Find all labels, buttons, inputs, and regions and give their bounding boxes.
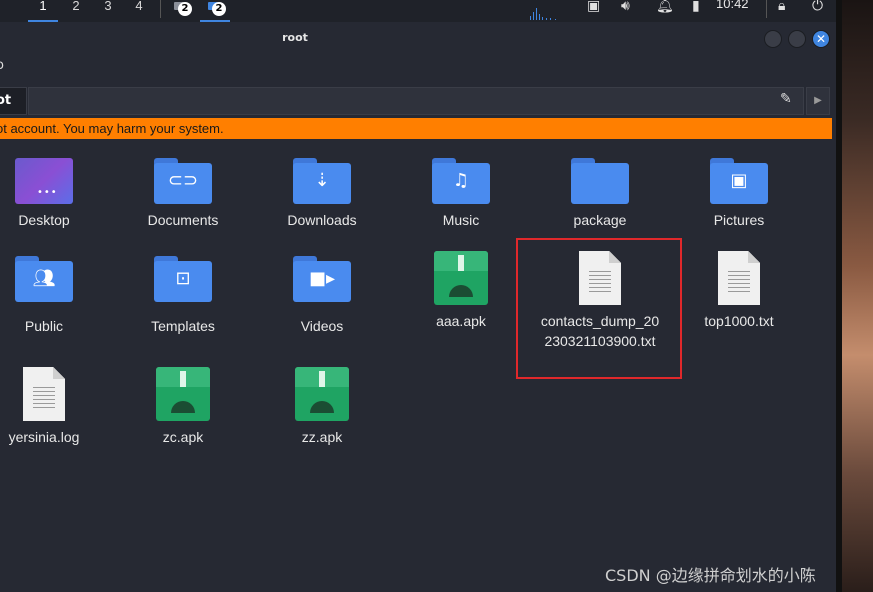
- close-button[interactable]: ✕: [812, 30, 830, 48]
- workspace-1-button[interactable]: 1: [28, 0, 58, 22]
- file-item-public[interactable]: 👥︎ Public: [0, 256, 109, 336]
- file-label: Pictures: [713, 212, 765, 228]
- file-item-yersinia-log[interactable]: yersinia.log: [0, 367, 109, 447]
- text-file-icon: [718, 251, 760, 305]
- apk-package-icon: [295, 367, 349, 421]
- file-item-music[interactable]: ♫ Music: [396, 158, 526, 230]
- public-folder-icon: 👥︎: [15, 256, 73, 302]
- downloads-folder-icon: ⇣: [293, 158, 351, 204]
- desktop-folder-icon: •••: [15, 158, 73, 204]
- file-label: Public: [24, 318, 64, 334]
- watermark: CSDN @边缘拼命划水的小陈: [605, 566, 816, 585]
- minimize-button[interactable]: [764, 30, 782, 48]
- log-file-icon: [23, 367, 65, 421]
- file-label: zz.apk: [301, 429, 343, 445]
- window-count-badge: 2: [178, 2, 192, 16]
- file-item-videos[interactable]: ■▸ Videos: [257, 256, 387, 336]
- volume-icon[interactable]: 🔊︎: [621, 0, 630, 14]
- panel-separator: [766, 0, 767, 18]
- file-item-zc-apk[interactable]: zc.apk: [118, 367, 248, 447]
- notification-bell-icon[interactable]: 🔔︎: [656, 0, 674, 14]
- workspace-4-button[interactable]: 4: [124, 0, 154, 20]
- file-label: Videos: [300, 318, 344, 334]
- file-label: package: [573, 212, 627, 228]
- taskbar-files-button[interactable]: 2: [200, 0, 230, 22]
- edit-path-icon[interactable]: ✎: [780, 91, 792, 107]
- file-item-templates[interactable]: ⊡ Templates: [118, 256, 248, 336]
- file-item-downloads[interactable]: ⇣ Downloads: [257, 158, 387, 230]
- root-warning-banner: ot account. You may harm your system.: [0, 118, 832, 139]
- file-label: aaa.apk: [436, 313, 486, 329]
- top-panel: 1 2 3 4 2 2 ▣ 🔊︎ 🔔︎ ▮ 10:42 🔒︎ ⏻: [0, 0, 836, 23]
- workspace-3-button[interactable]: 3: [93, 0, 123, 20]
- logout-icon[interactable]: ⏻: [812, 0, 823, 14]
- window-titlebar[interactable]: root ✕: [0, 22, 836, 54]
- folder-icon: [571, 158, 629, 204]
- menubar: o: [0, 54, 836, 82]
- music-folder-icon: ♫: [432, 158, 490, 204]
- maximize-button[interactable]: [788, 30, 806, 48]
- clock[interactable]: 10:42: [716, 0, 749, 11]
- menu-help[interactable]: o: [0, 58, 4, 73]
- cpu-graph: [500, 8, 580, 20]
- lock-icon[interactable]: 🔒︎: [778, 0, 785, 14]
- clipboard-icon[interactable]: ▣: [587, 0, 600, 14]
- videos-folder-icon: ■▸: [293, 256, 351, 302]
- documents-folder-icon: ⊂⊃: [154, 158, 212, 204]
- path-field[interactable]: [28, 87, 804, 115]
- file-item-documents[interactable]: ⊂⊃ Documents: [118, 158, 248, 230]
- apk-package-icon: [156, 367, 210, 421]
- file-label: zc.apk: [162, 429, 204, 445]
- taskbar-terminal-button[interactable]: 2: [166, 0, 196, 20]
- path-bar: ot ✎ ▶: [0, 84, 836, 115]
- window-title: root: [282, 31, 308, 44]
- file-label: Desktop: [18, 212, 70, 228]
- apk-package-icon: [434, 251, 488, 305]
- file-item-aaa-apk[interactable]: aaa.apk: [396, 251, 526, 331]
- file-item-pictures[interactable]: ▣ Pictures: [674, 158, 804, 230]
- battery-icon[interactable]: ▮: [692, 0, 700, 14]
- file-label: Templates: [151, 318, 215, 334]
- file-item-top1000[interactable]: top1000.txt: [674, 251, 804, 331]
- breadcrumb-root[interactable]: ot: [0, 87, 27, 115]
- file-item-package[interactable]: package: [535, 158, 665, 230]
- panel-separator: [160, 0, 161, 18]
- file-label: Downloads: [287, 212, 357, 228]
- workspace-2-button[interactable]: 2: [61, 0, 91, 20]
- file-label: Documents: [147, 212, 219, 228]
- pictures-folder-icon: ▣: [710, 158, 768, 204]
- file-label: top1000.txt: [704, 313, 774, 329]
- highlight-box: [516, 238, 682, 379]
- file-item-zz-apk[interactable]: zz.apk: [257, 367, 387, 447]
- file-label: yersinia.log: [8, 429, 80, 445]
- window-count-badge: 2: [212, 2, 226, 16]
- templates-folder-icon: ⊡: [154, 256, 212, 302]
- file-item-desktop[interactable]: ••• Desktop: [0, 158, 109, 230]
- background-photo: [836, 0, 873, 592]
- path-forward-button[interactable]: ▶: [806, 87, 830, 115]
- file-label: Music: [442, 212, 480, 228]
